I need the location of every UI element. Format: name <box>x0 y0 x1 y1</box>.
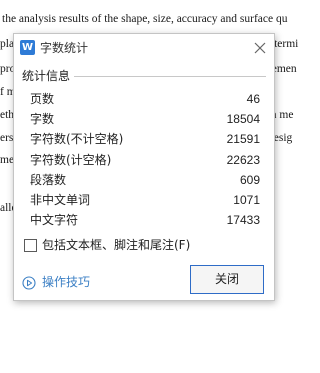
document-text-line: ers <box>0 132 14 144</box>
group-divider <box>74 76 266 77</box>
close-icon[interactable] <box>252 40 268 56</box>
stat-row-non-chinese-words: 非中文单词 1071 <box>30 190 260 210</box>
document-text-line: me <box>0 154 15 166</box>
statistics-list: 页数 46 字数 18504 字符数(不计空格) 21591 字符数(计空格) … <box>30 89 260 230</box>
stat-value: 18504 <box>226 112 260 127</box>
stat-label: 非中文单词 <box>30 192 91 207</box>
stat-value: 46 <box>246 92 260 106</box>
stat-row-words: 字数 18504 <box>30 109 260 129</box>
stat-row-characters-no-spaces: 字符数(不计空格) 21591 <box>30 129 260 149</box>
statistics-group-title: 统计信息 <box>22 68 75 84</box>
stat-row-pages: 页数 46 <box>30 89 260 109</box>
dialog-title: 字数统计 <box>40 41 89 55</box>
stat-value: 21591 <box>226 132 260 147</box>
stat-label: 段落数 <box>30 172 67 187</box>
document-text-line: the analysis results of the shape, size,… <box>2 13 288 25</box>
dialog-titlebar[interactable]: W 字数统计 <box>14 34 274 62</box>
stat-row-paragraphs: 段落数 609 <box>30 170 260 190</box>
wps-writer-icon: W <box>20 40 35 55</box>
stat-label: 中文字符 <box>30 213 79 228</box>
close-button[interactable]: 关闭 <box>190 265 264 294</box>
stat-value: 1071 <box>233 192 260 207</box>
document-text-line: pla <box>0 38 15 50</box>
word-count-dialog: W 字数统计 统计信息 页数 46 字数 18504 字符数(不计空格) 215… <box>13 33 275 301</box>
tips-label[interactable]: 操作技巧 <box>42 274 90 290</box>
stat-label: 字符数(计空格) <box>30 152 112 167</box>
stat-value: 22623 <box>226 152 260 167</box>
stat-label: 页数 <box>30 92 55 106</box>
play-circle-icon[interactable] <box>22 275 36 290</box>
stat-value: 17433 <box>226 213 260 228</box>
stat-row-chinese-characters: 中文字符 17433 <box>30 210 260 230</box>
include-textboxes-checkbox[interactable] <box>24 239 37 252</box>
stat-value: 609 <box>239 172 260 187</box>
include-textboxes-label[interactable]: 包括文本框、脚注和尾注(F) <box>42 237 190 253</box>
stat-label: 字数 <box>30 112 55 127</box>
stat-label: 字符数(不计空格) <box>30 132 124 147</box>
stat-row-characters-with-spaces: 字符数(计空格) 22623 <box>30 150 260 170</box>
